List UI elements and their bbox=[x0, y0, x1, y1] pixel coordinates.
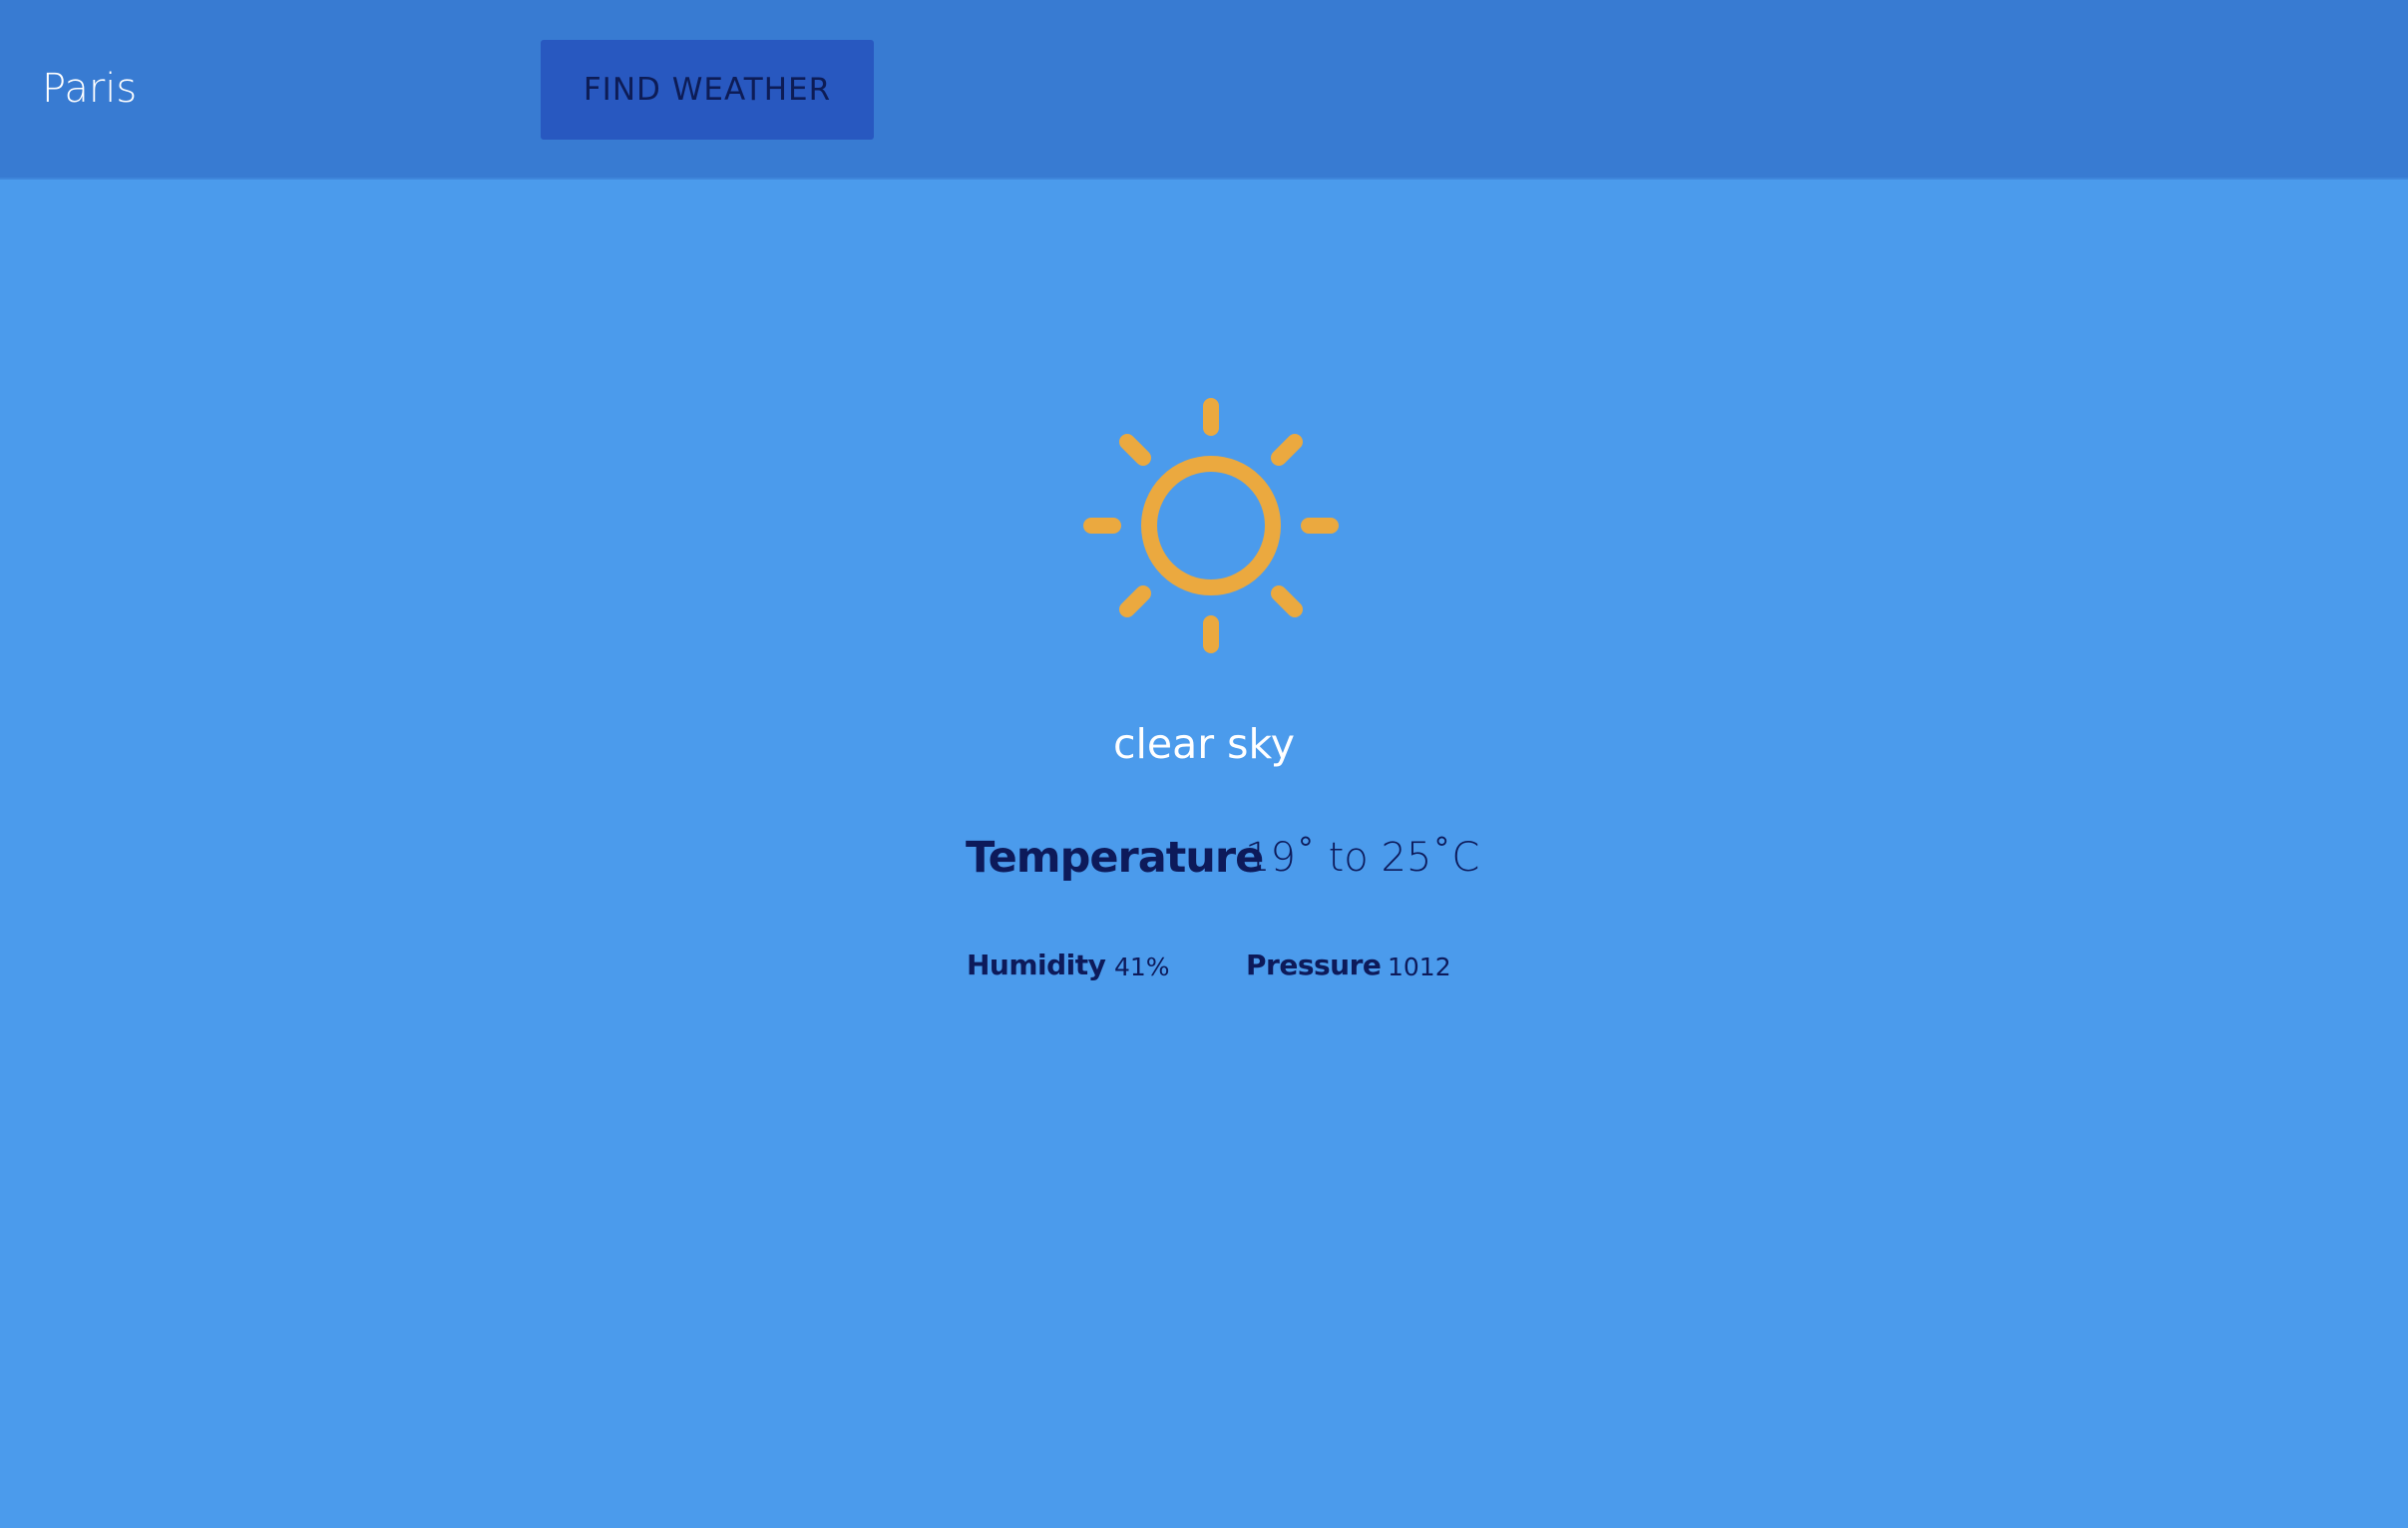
temperature-value: 19˚ to 25˚C bbox=[1245, 835, 1480, 881]
find-weather-button[interactable]: FIND WEATHER bbox=[541, 40, 874, 140]
humidity-value: 41% bbox=[1114, 953, 1170, 981]
humidity-label: Humidity bbox=[967, 949, 1106, 981]
weather-description: clear sky bbox=[1112, 720, 1296, 768]
temperature-label: Temperature bbox=[966, 833, 1264, 883]
search-bar: FIND WEATHER bbox=[0, 0, 2408, 180]
city-input[interactable] bbox=[0, 0, 479, 178]
pressure-label: Pressure bbox=[1246, 949, 1382, 981]
sun-icon bbox=[1083, 398, 1339, 653]
pressure-value: 1012 bbox=[1388, 953, 1451, 981]
